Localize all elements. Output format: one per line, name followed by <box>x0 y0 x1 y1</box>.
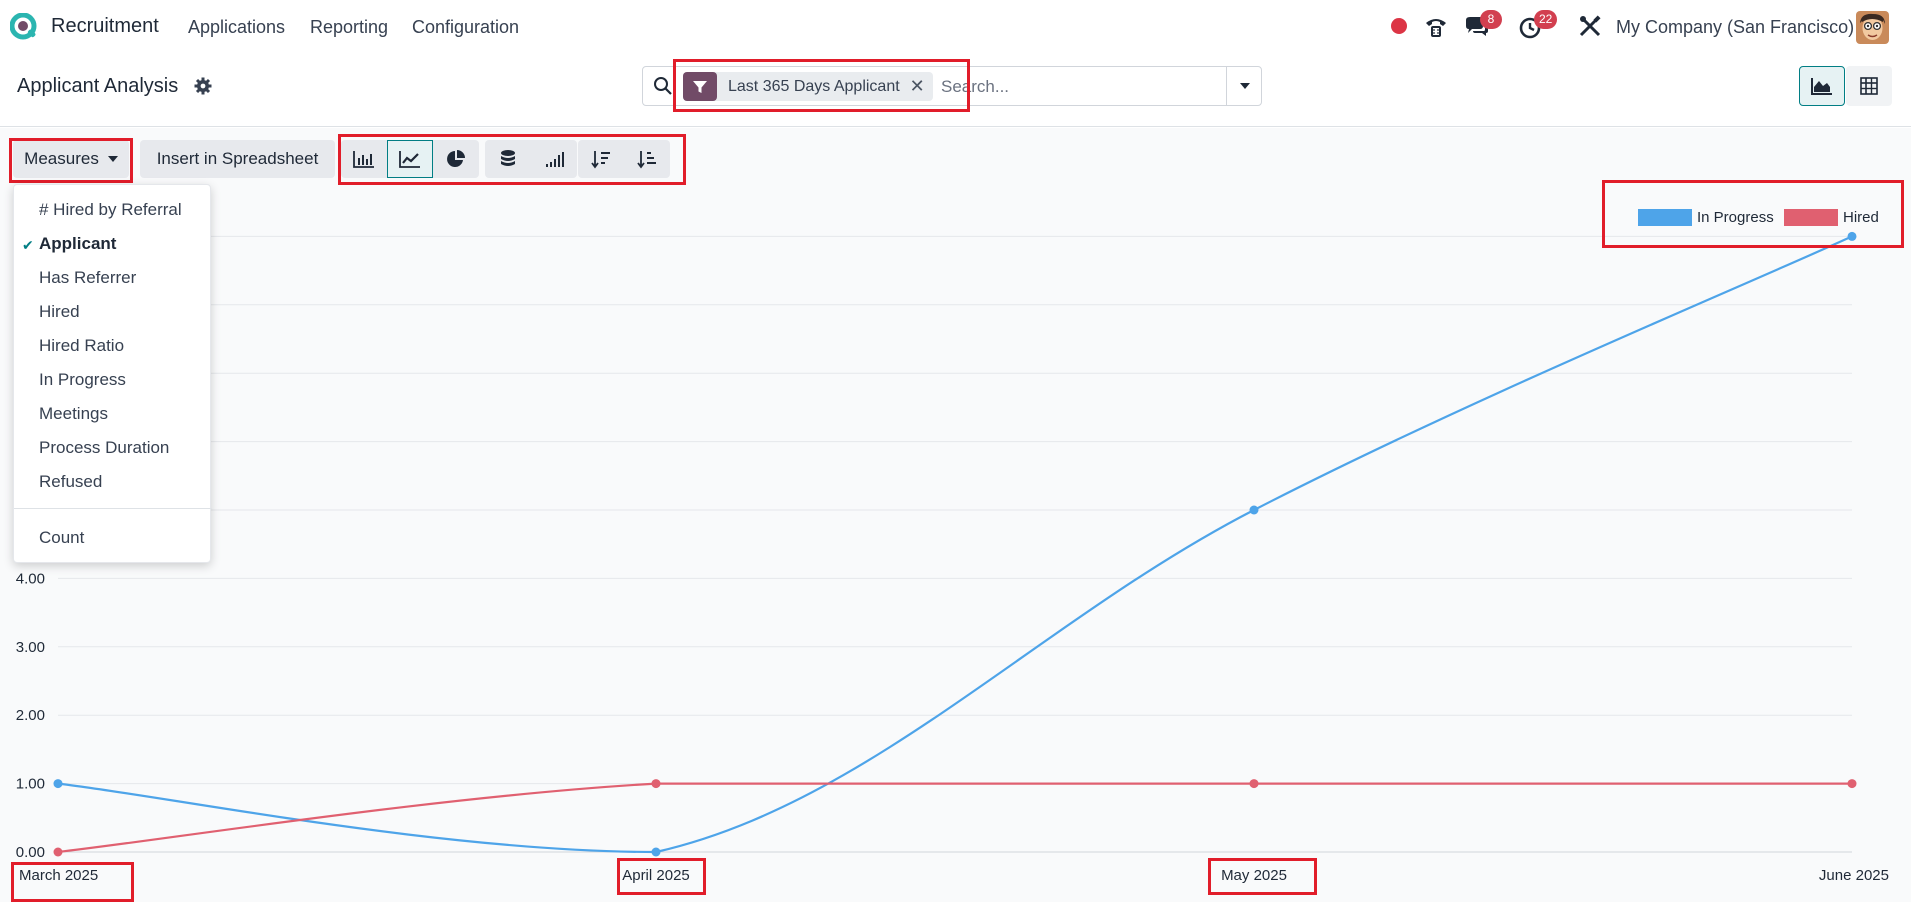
legend-swatch <box>1784 209 1838 226</box>
line-chart: 0.00 1.00 2.00 3.00 4.00 March 2025 April 2025… <box>16 209 1889 884</box>
search-input[interactable] <box>941 75 1221 99</box>
menu-applications[interactable]: Applications <box>188 17 285 38</box>
pivot-view-button[interactable] <box>1846 66 1892 106</box>
dropdown-divider <box>14 508 212 509</box>
gear-icon[interactable] <box>194 77 212 95</box>
data-point <box>651 779 661 789</box>
y-tick-label: 0.00 <box>16 844 45 861</box>
tools-icon[interactable] <box>1577 14 1603 40</box>
phone-icon[interactable] <box>1423 14 1449 40</box>
checkmark-icon: ✔ <box>22 237 34 253</box>
activities-badge: 22 <box>1534 10 1558 29</box>
x-tick-label: April 2025 <box>622 867 690 884</box>
y-tick-label: 1.00 <box>16 776 45 793</box>
measure-option[interactable]: Hired Ratio <box>39 336 124 356</box>
measure-option[interactable]: Has Referrer <box>39 268 136 288</box>
data-point <box>1249 779 1259 789</box>
data-point <box>1847 231 1857 241</box>
data-point <box>651 847 661 857</box>
y-tick-label: 2.00 <box>16 707 45 724</box>
x-tick-label: May 2025 <box>1221 867 1287 884</box>
messages-badge: 8 <box>1480 10 1502 29</box>
data-point <box>53 847 63 857</box>
measure-count[interactable]: Count <box>39 528 84 548</box>
legend-label: In Progress <box>1697 209 1774 226</box>
graph-view-button[interactable] <box>1799 66 1845 106</box>
data-point <box>1847 779 1857 789</box>
legend-swatch <box>1638 209 1692 226</box>
recording-indicator-icon[interactable] <box>1391 18 1407 34</box>
data-point <box>53 779 63 789</box>
x-tick-label: June 2025 <box>1819 867 1889 884</box>
table-icon <box>1860 77 1878 95</box>
y-tick-label: 4.00 <box>16 570 45 587</box>
filter-icon <box>683 72 717 101</box>
remove-facet-icon[interactable]: ✕ <box>910 76 933 97</box>
measure-option[interactable]: Hired <box>39 302 80 322</box>
series-line <box>57 235 1853 854</box>
app-name[interactable]: Recruitment <box>51 15 159 38</box>
measure-option[interactable]: Applicant <box>39 234 116 254</box>
measure-option[interactable]: # Hired by Referral <box>39 200 182 220</box>
top-navbar: Recruitment Applications Reporting Confi… <box>0 0 1911 55</box>
caret-down-icon <box>1239 83 1250 89</box>
measures-dropdown: Count # Hired by Referral ✔ Applicant Has R… <box>13 184 212 563</box>
filter-facet: Last 365 Days Applicant ✕ <box>683 72 933 101</box>
y-tick-label: 3.00 <box>16 639 45 656</box>
data-point <box>1249 505 1259 515</box>
filter-facet-label: Last 365 Days Applicant <box>728 77 900 95</box>
measure-option[interactable]: In Progress <box>39 370 126 390</box>
measure-option[interactable]: Refused <box>39 472 102 492</box>
measure-option[interactable]: Meetings <box>39 404 108 424</box>
page-title: Applicant Analysis <box>17 75 179 97</box>
measure-option[interactable]: Process Duration <box>39 438 169 458</box>
x-tick-label: March 2025 <box>19 867 98 884</box>
legend-label: Hired <box>1843 209 1879 226</box>
menu-configuration[interactable]: Configuration <box>412 17 519 38</box>
search-icon[interactable] <box>653 76 673 96</box>
user-avatar[interactable] <box>1856 11 1889 44</box>
company-switcher[interactable]: My Company (San Francisco) <box>1616 17 1854 38</box>
recruitment-app-icon[interactable] <box>10 13 38 41</box>
series-line <box>57 782 1852 854</box>
area-chart-icon <box>1811 78 1832 95</box>
search-options-toggle[interactable] <box>1226 67 1262 105</box>
control-panel: Applicant Analysis Last 365 Days Applica… <box>0 55 1911 127</box>
search-bar: Last 365 Days Applicant ✕ <box>642 66 1262 106</box>
menu-reporting[interactable]: Reporting <box>310 17 388 38</box>
